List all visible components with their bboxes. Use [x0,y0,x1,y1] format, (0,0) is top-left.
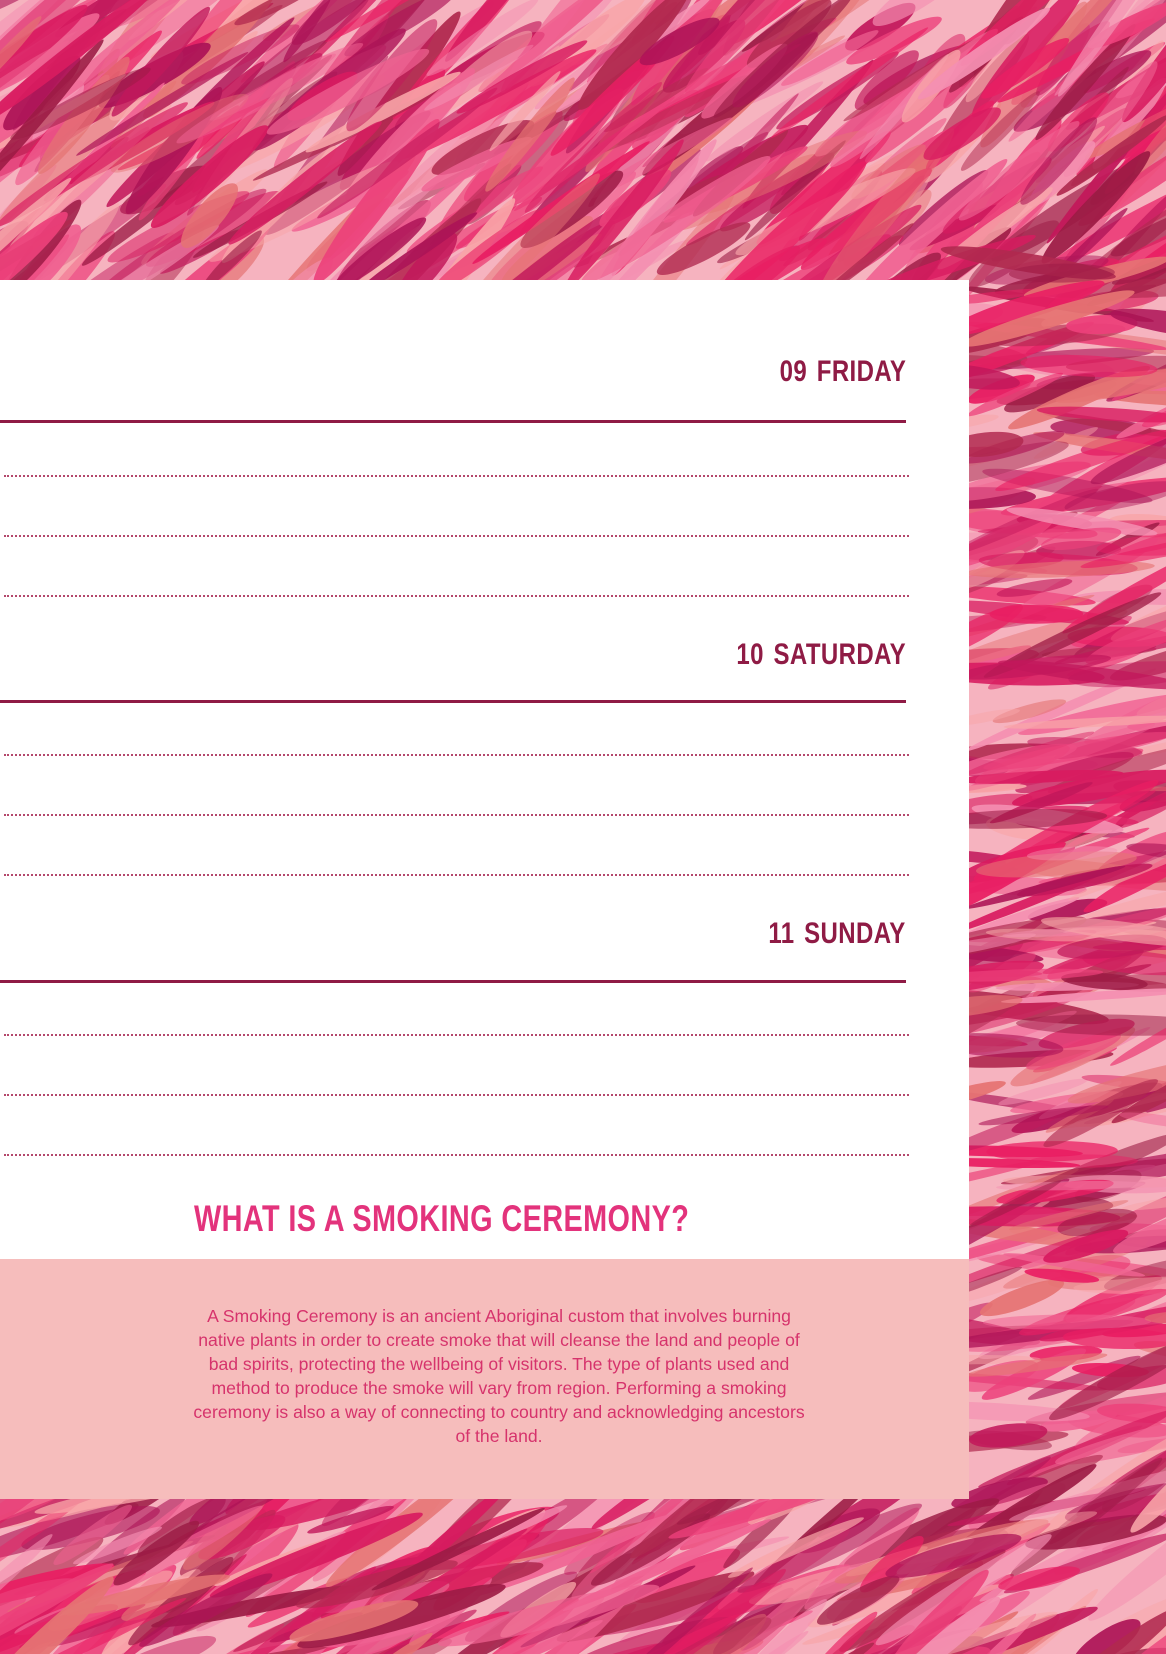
info-body-text: A Smoking Ceremony is an ancient Aborigi… [193,1306,805,1446]
note-line[interactable] [4,874,909,876]
note-line[interactable] [4,1154,909,1156]
planner-panel: 09 FRIDAY 10 SATURDAY 11 SUNDAY WHAT IS A S… [0,280,969,1259]
day-title-saturday: 10 SATURDAY [736,638,906,672]
day-number: 11 [768,917,795,950]
note-line[interactable] [4,535,909,537]
day-title-sunday: 11 SUNDAY [769,917,906,951]
day-name: SUNDAY [804,917,906,950]
note-line[interactable] [4,1034,909,1036]
day-title-friday: 09 FRIDAY [779,355,906,389]
note-line[interactable] [4,595,909,597]
note-line[interactable] [4,814,909,816]
day-name: SATURDAY [773,638,906,671]
day-divider-sunday [0,980,906,983]
day-number: 10 [736,638,764,671]
day-divider-saturday [0,700,906,703]
day-number: 09 [779,355,807,388]
info-box: A Smoking Ceremony is an ancient Aborigi… [0,1259,969,1499]
note-line[interactable] [4,1094,909,1096]
note-line[interactable] [4,475,909,477]
note-line[interactable] [4,754,909,756]
day-name: FRIDAY [816,355,906,388]
day-divider-friday [0,420,906,423]
info-heading: WHAT IS A SMOKING CEREMONY? [194,1198,690,1239]
